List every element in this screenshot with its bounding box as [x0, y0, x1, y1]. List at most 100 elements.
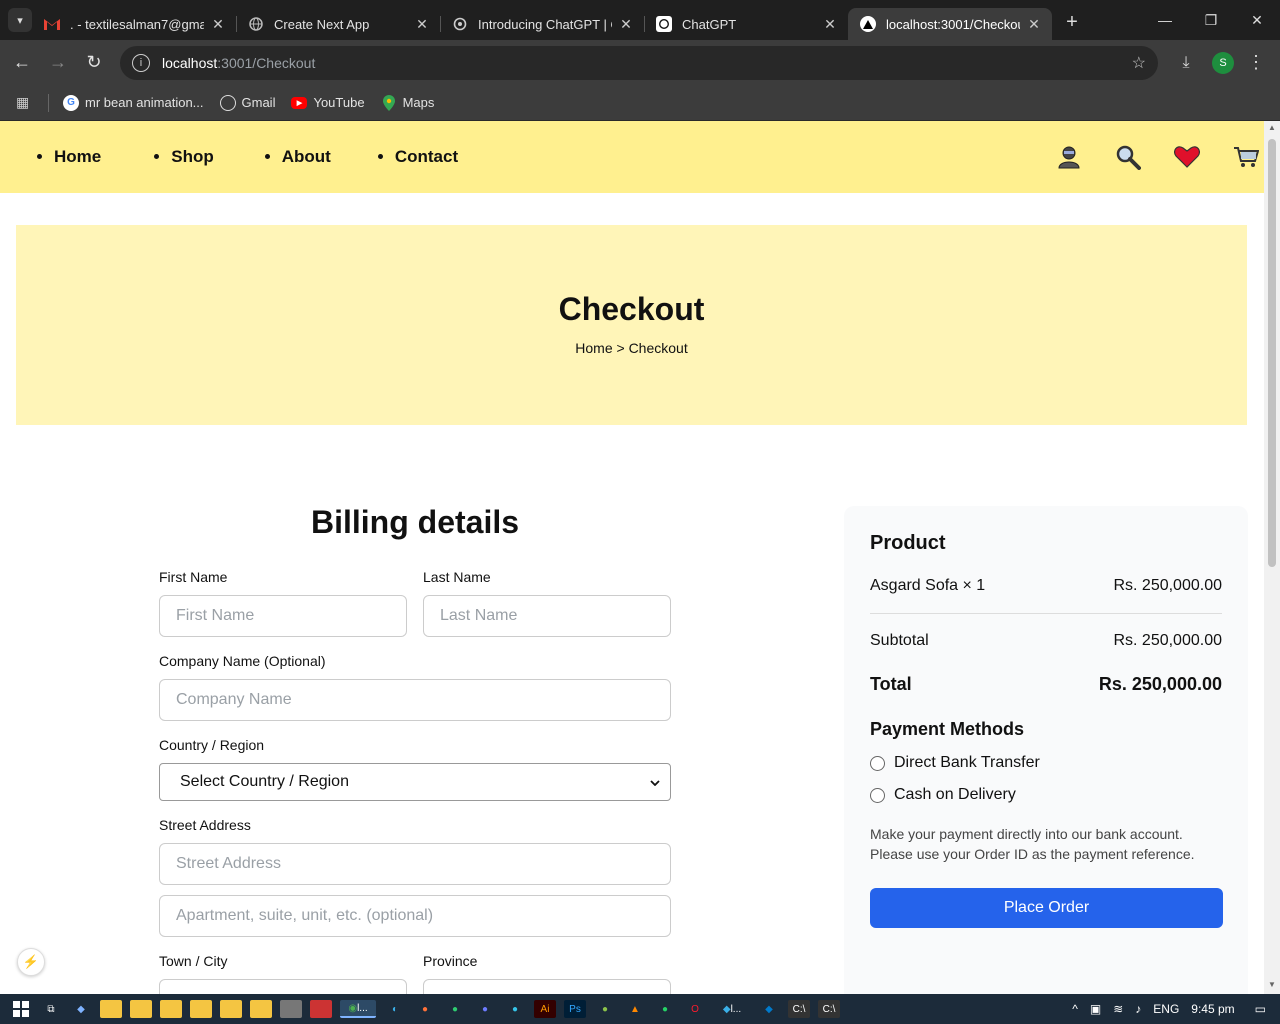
url-host: localhost [162, 54, 218, 71]
copilot-icon[interactable]: ◆ [70, 1000, 92, 1018]
nav-link-about[interactable]: About [282, 147, 331, 167]
payment-option-cash-on-delivery[interactable]: Cash on Delivery [870, 786, 1222, 804]
scroll-down-icon[interactable]: ▼ [1264, 980, 1280, 994]
app-icon[interactable]: ● [594, 1000, 616, 1018]
window-controls: — ❐ ✕ [1142, 0, 1280, 40]
folder-icon[interactable] [130, 1000, 152, 1018]
wifi-icon[interactable]: ≋ [1113, 1002, 1123, 1016]
folder-icon[interactable] [250, 1000, 272, 1018]
place-order-button[interactable]: Place Order [870, 888, 1223, 928]
product-line: Asgard Sofa × 1 Rs. 250,000.00 [870, 577, 1222, 614]
back-arrow-icon[interactable]: ← [4, 45, 40, 81]
site-info-icon[interactable]: i [132, 53, 150, 72]
clock[interactable]: 9:45 pm [1191, 1002, 1234, 1016]
scrollbar-thumb[interactable] [1268, 139, 1276, 567]
payment-option-bank-transfer[interactable]: Direct Bank Transfer [870, 754, 1222, 772]
chevron-up-icon[interactable]: ^ [1072, 1002, 1078, 1016]
meet-now-icon[interactable]: ▣ [1090, 1002, 1101, 1016]
tab-localhost-checkout[interactable]: localhost:3001/Checkout ✕ [848, 8, 1052, 40]
forward-arrow-icon[interactable]: → [40, 45, 76, 81]
company-name-input[interactable]: Company Name [159, 679, 671, 721]
close-tab-icon[interactable]: ✕ [414, 16, 430, 33]
first-name-input[interactable]: First Name [159, 595, 407, 637]
edge-icon[interactable]: ◐ [384, 1000, 406, 1018]
cart-icon[interactable] [1232, 143, 1260, 171]
vscode-taskbar-button[interactable]: ◆ l... [714, 1000, 750, 1018]
chevron-down-icon [650, 773, 660, 791]
bookmark-gmail[interactable]: Gmail [219, 94, 276, 111]
radio-button[interactable] [870, 755, 885, 771]
street-address-input[interactable]: Street Address [159, 843, 671, 885]
close-tab-icon[interactable]: ✕ [210, 16, 226, 33]
bookmark-mr-bean[interactable]: G mr bean animation... [63, 94, 204, 111]
bookmark-youtube[interactable]: ▶ YouTube [291, 95, 365, 110]
globe-icon [248, 16, 264, 32]
apps-grid-icon[interactable]: ▦ [16, 94, 36, 111]
tab-chatgpt[interactable]: ChatGPT ✕ [644, 8, 848, 40]
illustrator-icon[interactable]: Ai [534, 1000, 556, 1018]
terminal-icon[interactable]: C:\ [788, 1000, 810, 1018]
photoshop-icon[interactable]: Ps [564, 1000, 586, 1018]
tab-create-next-app[interactable]: Create Next App ✕ [236, 8, 440, 40]
reload-icon[interactable]: ↻ [76, 45, 112, 81]
task-view-icon[interactable]: ⧉ [40, 1000, 62, 1018]
radio-button[interactable] [870, 787, 885, 803]
street-address-label: Street Address [159, 817, 251, 833]
address-bar[interactable]: i localhost:3001/Checkout ☆ [120, 45, 1158, 80]
maps-icon [381, 94, 397, 111]
country-select[interactable]: Select Country / Region [159, 763, 671, 801]
folder-icon[interactable] [160, 1000, 182, 1018]
app-icon[interactable]: ● [504, 1000, 526, 1018]
folder-icon[interactable] [220, 1000, 242, 1018]
openai-icon [452, 16, 468, 32]
restore-icon[interactable]: ❐ [1188, 0, 1234, 40]
app-grid-icon[interactable] [310, 1000, 332, 1018]
language-indicator[interactable]: ENG [1153, 1002, 1179, 1016]
bookmark-star-icon[interactable]: ☆ [1132, 53, 1146, 73]
minimize-icon[interactable]: — [1142, 0, 1188, 40]
summary-heading: Product [870, 532, 946, 554]
tab-introducing-chatgpt[interactable]: Introducing ChatGPT | Op ✕ [440, 8, 644, 40]
apartment-input[interactable]: Apartment, suite, unit, etc. (optional) [159, 895, 671, 937]
terminal-icon[interactable]: C:\ [818, 1000, 840, 1018]
opera-icon[interactable]: O [684, 1000, 706, 1018]
nav-link-contact[interactable]: Contact [395, 147, 458, 167]
scroll-up-icon[interactable]: ▲ [1264, 123, 1280, 137]
nextjs-dev-indicator-icon[interactable]: ⚡ [17, 948, 45, 976]
tab-title: ChatGPT [682, 16, 737, 32]
close-window-icon[interactable]: ✕ [1234, 0, 1280, 40]
notifications-icon[interactable]: ▭ [1255, 1002, 1266, 1016]
app-icon[interactable]: ● [474, 1000, 496, 1018]
whatsapp-icon[interactable]: ● [654, 1000, 676, 1018]
new-tab-plus-icon[interactable]: + [1058, 8, 1086, 36]
bookmark-label: Gmail [241, 95, 276, 110]
user-icon[interactable] [1055, 143, 1083, 171]
last-name-input[interactable]: Last Name [423, 595, 671, 637]
calculator-icon[interactable] [280, 1000, 302, 1018]
tab-search-chevron-icon[interactable]: ▾ [8, 8, 32, 32]
close-tab-icon[interactable]: ✕ [822, 16, 838, 33]
chat-app-icon[interactable]: ● [444, 1000, 466, 1018]
close-tab-icon[interactable]: ✕ [1026, 16, 1042, 33]
tab-gmail[interactable]: . - textilesalman7@gmail. ✕ [32, 8, 236, 40]
volume-icon[interactable]: ♪ [1135, 1002, 1141, 1016]
bookmark-maps[interactable]: Maps [381, 94, 434, 111]
payment-methods-heading: Payment Methods [870, 719, 1025, 739]
firefox-icon[interactable]: ● [414, 1000, 436, 1018]
folder-icon[interactable] [190, 1000, 212, 1018]
page-scrollbar[interactable]: ▲ ▼ [1264, 121, 1280, 996]
total-value: Rs. 250,000.00 [1098, 674, 1222, 694]
nav-link-shop[interactable]: Shop [171, 147, 214, 167]
vlc-icon[interactable]: ▲ [624, 1000, 646, 1018]
browser-menu-icon[interactable]: ⋮ [1242, 52, 1270, 73]
heart-icon[interactable] [1173, 143, 1201, 171]
nav-link-home[interactable]: Home [54, 147, 101, 167]
close-tab-icon[interactable]: ✕ [618, 16, 634, 33]
vscode-icon[interactable]: ◆ [758, 1000, 780, 1018]
windows-start-icon[interactable] [10, 1000, 32, 1018]
search-icon[interactable] [1114, 143, 1142, 171]
download-icon[interactable]: ⤓ [1168, 45, 1204, 81]
file-explorer-icon[interactable] [100, 1000, 122, 1018]
profile-avatar[interactable]: S [1212, 51, 1234, 74]
chrome-taskbar-button[interactable]: ◉ l... [340, 1000, 376, 1018]
